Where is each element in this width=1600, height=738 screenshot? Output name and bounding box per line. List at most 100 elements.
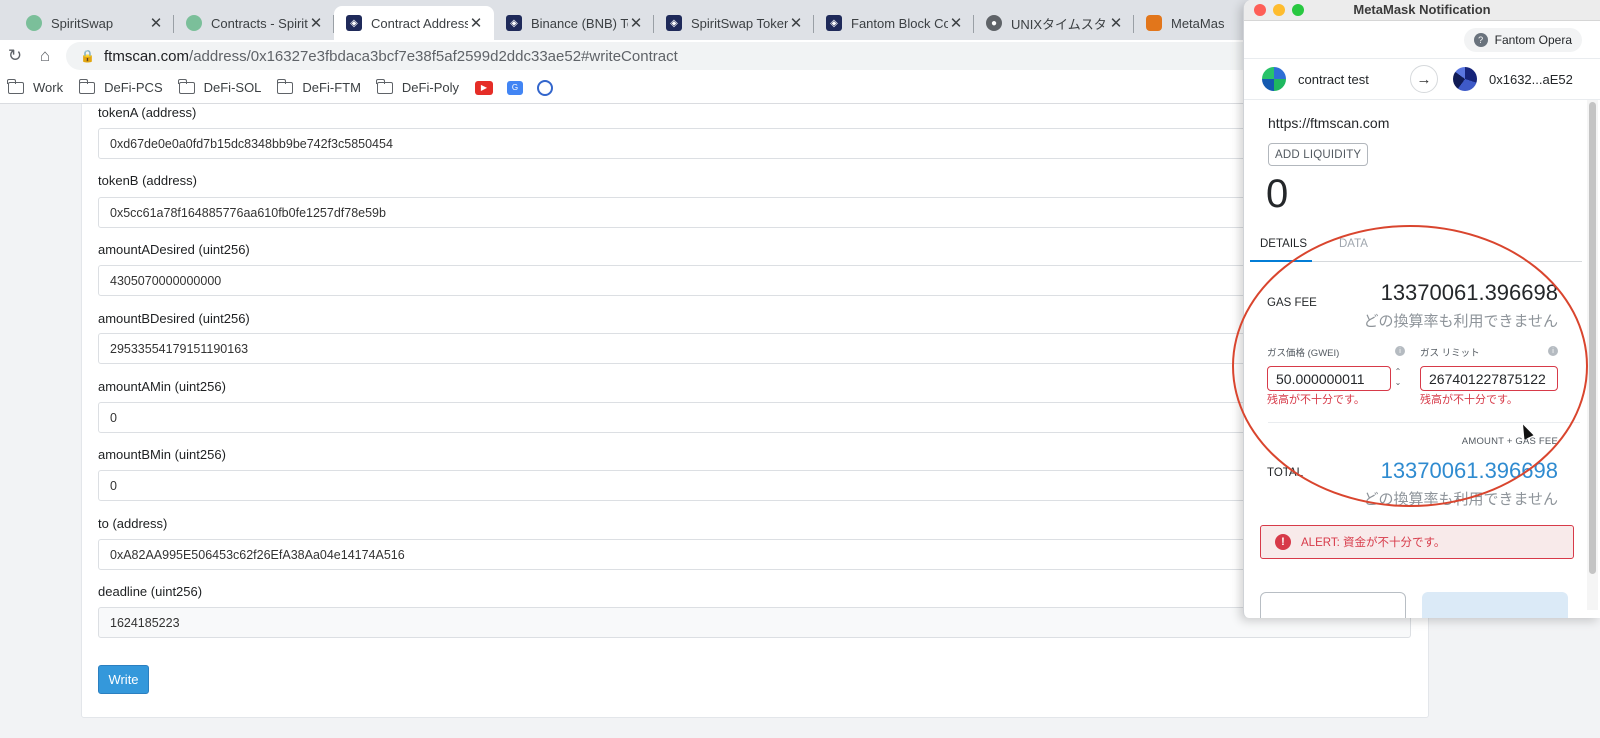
bookmark-label: DeFi-FTM <box>302 80 361 95</box>
alert-text: ALERT: 資金が不十分です。 <box>1301 537 1446 549</box>
home-icon[interactable]: ⌂ <box>30 46 60 66</box>
bookmark-defi-pcs[interactable]: DeFi-PCS <box>78 78 163 95</box>
amountamin-input[interactable]: 0 <box>98 402 1411 433</box>
field-label: deadline (uint256) <box>98 584 203 599</box>
gas-price-label: ガス価格 (GWEI) <box>1267 348 1340 359</box>
zoom-window-button[interactable] <box>1292 4 1304 16</box>
gas-limit-label: ガス リミット <box>1420 348 1480 359</box>
tab-title: UNIXタイムスタン <box>1011 16 1108 32</box>
bookmark-label: DeFi-SOL <box>203 80 262 95</box>
spirit-icon <box>186 15 202 31</box>
info-icon[interactable]: i <box>1548 346 1558 356</box>
deadline-input[interactable]: 1624185223 <box>98 607 1411 638</box>
close-window-button[interactable] <box>1254 4 1266 16</box>
close-icon[interactable]: ✕ <box>628 14 644 32</box>
url-path: /address/0x16327e3fbdaca3bcf7e38f5af2599… <box>189 47 678 65</box>
tokena-input[interactable]: 0xd67de0e0a0fd7b15dc8348bb9be742f3c58504… <box>98 128 1411 159</box>
close-icon[interactable]: ✕ <box>948 14 964 32</box>
tab-title: Binance (BNB) To <box>531 15 628 31</box>
gas-price-error: 残高が不十分です。 <box>1267 394 1365 406</box>
gas-price-stepper[interactable]: ⌃ ⌄ <box>1393 366 1403 391</box>
bookmark-defi-ftm[interactable]: DeFi-FTM <box>276 78 361 95</box>
tab-title: Contract Address <box>371 15 468 31</box>
globe-icon: ● <box>986 15 1002 31</box>
to-account-avatar <box>1453 67 1477 91</box>
window-titlebar: MetaMask Notification <box>1244 0 1600 21</box>
to-address-input[interactable]: 0xA82AA995E506453c62f26EfA38Aa04e14174A5… <box>98 539 1411 570</box>
scrollbar-thumb[interactable] <box>1589 102 1596 574</box>
network-name: Fantom Opera <box>1494 33 1572 47</box>
amountadesired-input[interactable]: 4305070000000000 <box>98 265 1411 296</box>
circle-logo-icon[interactable] <box>537 79 553 96</box>
close-icon[interactable]: ✕ <box>468 14 484 32</box>
folder-icon <box>178 78 195 94</box>
window-title: MetaMask Notification <box>1353 2 1491 17</box>
minimize-window-button[interactable] <box>1273 4 1285 16</box>
tab-spiritswap-token[interactable]: ◈ SpiritSwap Token ✕ <box>654 6 814 40</box>
tab-title: SpiritSwap <box>51 15 114 31</box>
to-account-address[interactable]: 0x1632...aE52 <box>1489 72 1573 87</box>
transaction-amount: 0 <box>1266 172 1289 216</box>
tab-data[interactable]: DATA <box>1339 238 1368 250</box>
bookmark-defi-sol[interactable]: DeFi-SOL <box>178 78 262 95</box>
bookmark-label: Work <box>33 80 64 95</box>
youtube-icon[interactable]: ▶ <box>475 80 493 95</box>
field-label: to (address) <box>98 516 168 531</box>
close-icon[interactable]: ✕ <box>148 14 164 32</box>
field-label: amountAMin (uint256) <box>98 379 226 394</box>
amountbdesired-input[interactable]: 29533554179151190163 <box>98 333 1411 364</box>
from-account-name: contract test <box>1298 71 1369 87</box>
active-tab-indicator <box>1250 260 1312 262</box>
method-badge: ADD LIQUIDITY <box>1268 143 1369 166</box>
folder-icon <box>78 78 96 94</box>
gas-fee-conversion: どの換算率も利用できません <box>1363 313 1558 330</box>
question-icon: ? <box>1473 33 1488 47</box>
tab-title: Fantom Block Co <box>851 15 948 31</box>
gas-limit-error: 残高が不十分です。 <box>1420 394 1518 406</box>
fox-icon <box>1146 15 1162 31</box>
bookmark-work[interactable]: Work <box>7 78 64 95</box>
amount-gas-fee-label: AMOUNT + GAS FEE <box>1461 436 1558 447</box>
tab-unix-timestamp[interactable]: ● UNIXタイムスタン ✕ <box>974 6 1134 40</box>
gas-fee-label: GAS FEE <box>1267 297 1317 309</box>
tab-contract-address[interactable]: ◈ Contract Address ✕ <box>334 6 494 40</box>
cube-icon: ◈ <box>346 15 362 31</box>
write-button[interactable]: Write <box>98 665 149 694</box>
reload-icon[interactable]: ↻ <box>0 46 30 66</box>
gas-limit-input[interactable]: 267401227875122 <box>1420 366 1558 391</box>
tab-spiritswap[interactable]: SpiritSwap ✕ <box>14 6 174 40</box>
network-indicator[interactable]: ? Fantom Opera <box>1463 28 1582 52</box>
reject-button[interactable] <box>1260 592 1406 618</box>
url-host: ftmscan.com <box>104 47 190 65</box>
confirm-button[interactable] <box>1422 592 1568 618</box>
tab-fantom-block[interactable]: ◈ Fantom Block Co ✕ <box>814 6 974 40</box>
transaction-origin: https://ftmscan.com <box>1268 115 1390 131</box>
spirit-icon <box>26 15 42 31</box>
tab-contracts-spirit[interactable]: Contracts - Spirit ✕ <box>174 6 334 40</box>
info-icon[interactable]: i <box>1395 346 1405 356</box>
account-row: contract test → 0x1632...aE52 <box>1244 58 1600 100</box>
amountbmin-input[interactable]: 0 <box>98 470 1411 501</box>
cube-icon: ◈ <box>666 15 682 31</box>
cube-icon: ◈ <box>826 15 842 31</box>
bookmark-defi-poly[interactable]: DeFi-Poly <box>376 78 459 95</box>
divider <box>1268 422 1580 423</box>
field-label: amountADesired (uint256) <box>98 242 250 257</box>
tokenb-input[interactable]: 0x5cc61a78f164885776aa610fb0fe1257df78e5… <box>98 197 1411 228</box>
bookmark-label: DeFi-PCS <box>104 80 163 95</box>
metamask-notification-window: MetaMask Notification ? Fantom Opera con… <box>1243 0 1600 618</box>
tab-title: Contracts - Spirit <box>211 15 308 31</box>
translate-icon[interactable]: G <box>507 80 523 95</box>
field-label: amountBMin (uint256) <box>98 447 226 462</box>
total-conversion: どの換算率も利用できません <box>1363 491 1558 508</box>
close-icon[interactable]: ✕ <box>308 14 324 32</box>
lock-icon: 🔒 <box>80 49 95 63</box>
alert-icon: ! <box>1275 534 1291 550</box>
tab-details[interactable]: DETAILS <box>1260 238 1307 250</box>
close-icon[interactable]: ✕ <box>1108 14 1124 32</box>
tab-binance[interactable]: ◈ Binance (BNB) To ✕ <box>494 6 654 40</box>
folder-icon <box>7 78 24 94</box>
close-icon[interactable]: ✕ <box>788 14 804 32</box>
gas-price-input[interactable]: 50.000000011 <box>1267 366 1391 391</box>
from-account-avatar <box>1262 67 1286 91</box>
